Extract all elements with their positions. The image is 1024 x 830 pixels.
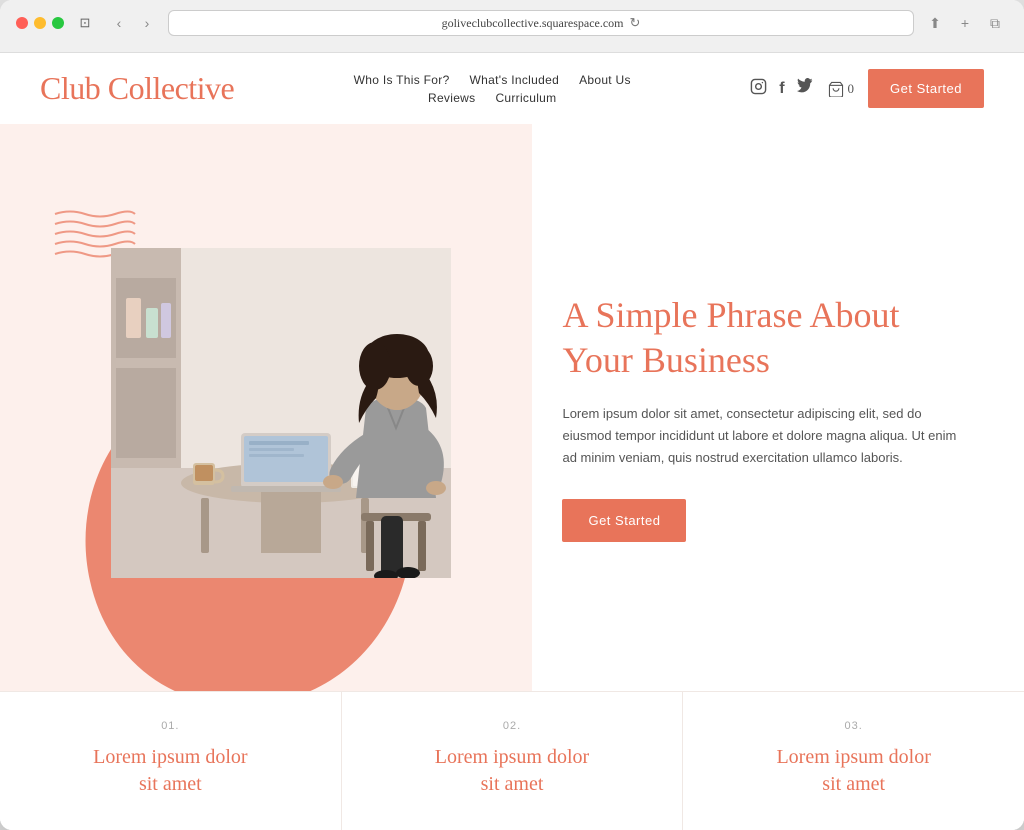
nav-who-is-this-for[interactable]: Who Is This For? (354, 73, 450, 87)
nav-reviews[interactable]: Reviews (428, 91, 475, 105)
tabs-overview-button[interactable]: ⧉ (982, 10, 1008, 36)
sidebar-toggle-button[interactable]: ⊡ (72, 10, 98, 36)
minimize-button[interactable] (34, 17, 46, 29)
hero-title: A Simple Phrase About Your Business (562, 293, 974, 383)
back-button[interactable]: ‹ (106, 10, 132, 36)
feature-item-2: 02. Lorem ipsum dolorsit amet (342, 692, 684, 830)
feature-item-1: 01. Lorem ipsum dolorsit amet (0, 692, 342, 830)
feature-number-2: 02. (382, 720, 643, 732)
close-button[interactable] (16, 17, 28, 29)
feature-title-2: Lorem ipsum dolorsit amet (382, 744, 643, 798)
feature-title-1: Lorem ipsum dolorsit amet (40, 744, 301, 798)
new-tab-button[interactable]: + (952, 10, 978, 36)
hero-section: A Simple Phrase About Your Business Lore… (0, 124, 1024, 691)
feature-number-3: 03. (723, 720, 984, 732)
header-get-started-button[interactable]: Get Started (868, 69, 984, 108)
feature-item-3: 03. Lorem ipsum dolorsit amet (683, 692, 1024, 830)
forward-button[interactable]: › (134, 10, 160, 36)
browser-window: ⊡ ‹ › goliveclubcollective.squarespace.c… (0, 0, 1024, 830)
browser-chrome: ⊡ ‹ › goliveclubcollective.squarespace.c… (0, 0, 1024, 53)
refresh-button[interactable]: ↻ (630, 15, 641, 31)
feature-title-3: Lorem ipsum dolorsit amet (723, 744, 984, 798)
nav-curriculum[interactable]: Curriculum (495, 91, 556, 105)
hero-get-started-button[interactable]: Get Started (562, 499, 686, 542)
twitter-icon[interactable] (797, 78, 813, 99)
website-content: Club Collective Who Is This For? What's … (0, 53, 1024, 830)
facebook-icon[interactable]: f (779, 80, 784, 98)
site-navigation: Who Is This For? What's Included About U… (354, 73, 631, 105)
hero-content-area: A Simple Phrase About Your Business Lore… (532, 124, 1024, 691)
cart-count: 0 (848, 81, 855, 97)
header-right: f 0 Get Started (750, 69, 984, 108)
nav-row-2: Reviews Curriculum (428, 91, 556, 105)
nav-whats-included[interactable]: What's Included (470, 73, 560, 87)
social-icons: f (750, 78, 812, 100)
feature-number-1: 01. (40, 720, 301, 732)
address-bar[interactable]: goliveclubcollective.squarespace.com ↻ (168, 10, 914, 36)
share-button[interactable]: ⬆ (922, 10, 948, 36)
cart-icon[interactable]: 0 (827, 81, 855, 97)
features-section: 01. Lorem ipsum dolorsit amet 02. Lorem … (0, 691, 1024, 830)
hero-photo (111, 248, 451, 578)
url-text: goliveclubcollective.squarespace.com (442, 16, 624, 31)
instagram-icon[interactable] (750, 78, 767, 100)
traffic-lights (16, 17, 64, 29)
hero-description: Lorem ipsum dolor sit amet, consectetur … (562, 403, 974, 469)
maximize-button[interactable] (52, 17, 64, 29)
nav-row-1: Who Is This For? What's Included About U… (354, 73, 631, 87)
nav-about-us[interactable]: About Us (579, 73, 631, 87)
site-header: Club Collective Who Is This For? What's … (0, 53, 1024, 124)
hero-image-area (0, 124, 532, 691)
site-logo[interactable]: Club Collective (40, 69, 234, 107)
